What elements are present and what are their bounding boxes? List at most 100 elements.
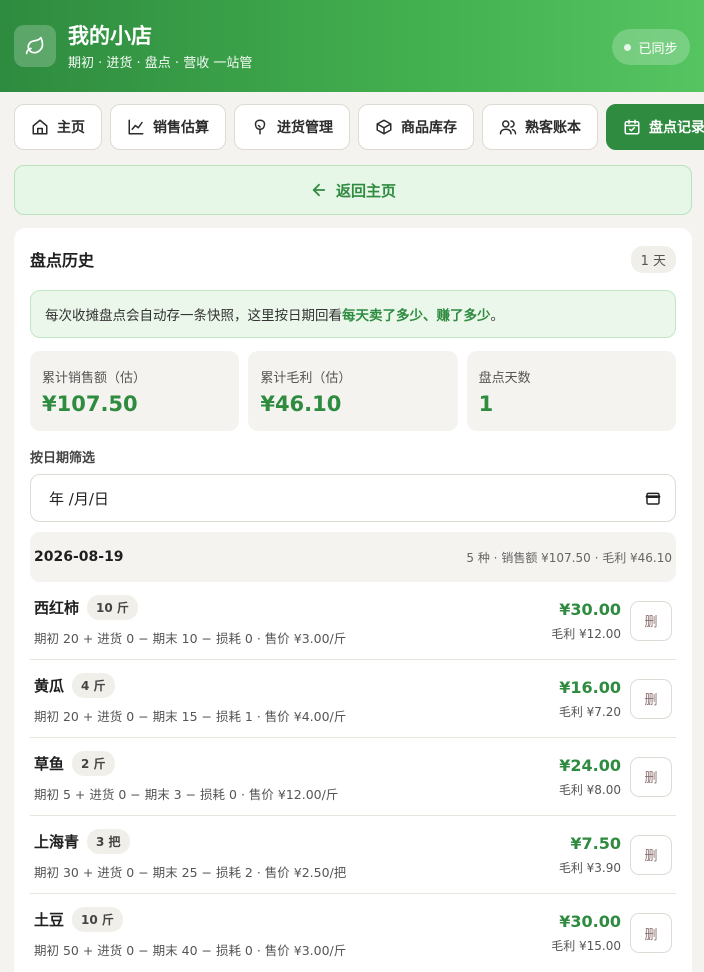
arrow-left-icon: [312, 183, 326, 197]
date-filter-input[interactable]: 年 /月/日: [30, 474, 676, 522]
tab-inventory[interactable]: 商品库存: [358, 104, 474, 150]
item-formula: 期初 50 + 进货 0 − 期末 40 − 损耗 0 · 售价 ¥3.00/斤: [34, 943, 347, 958]
tab-label: 熟客账本: [525, 120, 581, 136]
list-item: 草鱼 2 斤 期初 5 + 进货 0 − 期末 3 − 损耗 0 · 售价 ¥1…: [30, 738, 676, 816]
stat-value: ¥107.50: [42, 392, 138, 416]
item-name: 黄瓜: [34, 676, 65, 695]
delete-button[interactable]: 删: [630, 756, 672, 797]
users-icon: [499, 120, 517, 135]
item-amount: ¥30.00: [559, 599, 621, 619]
tab-stocktake-records[interactable]: 盘点记录: [606, 104, 704, 150]
sync-dot-icon: [624, 43, 632, 51]
item-formula: 期初 5 + 进货 0 − 期末 3 − 损耗 0 · 售价 ¥12.00/斤: [34, 786, 339, 802]
leaf-logo-icon: [14, 25, 56, 67]
item-amounts: ¥7.50 毛利 ¥3.90: [559, 834, 621, 876]
list-item: 黄瓜 4 斤 期初 20 + 进货 0 − 期末 15 − 损耗 1 · 售价 …: [30, 660, 676, 738]
calendar-icon[interactable]: [645, 490, 661, 506]
item-info: 黄瓜 4 斤 期初 20 + 进货 0 − 期末 15 − 损耗 1 · 售价 …: [34, 672, 347, 725]
info-highlight: 每天卖了多少、赚了多少: [342, 308, 491, 324]
back-button-label: 返回主页: [335, 181, 396, 200]
item-name-row: 草鱼 2 斤: [34, 750, 338, 776]
date-placeholder: 年 /月/日: [49, 489, 109, 508]
stat-value: 1: [478, 392, 494, 416]
tab-label: 盘点记录: [649, 120, 704, 136]
back-to-home-button[interactable]: 返回主页: [14, 165, 692, 215]
item-right: ¥24.00 毛利 ¥8.00 删: [559, 756, 672, 798]
qty-badge: 3 把: [87, 828, 130, 854]
tab-label: 商品库存: [401, 120, 457, 136]
tab-customer-ledger[interactable]: 熟客账本: [482, 104, 598, 150]
app-subtitle: 期初 · 进货 · 盘点 · 营收 一站管: [68, 55, 253, 71]
item-name-row: 土豆 10 斤: [34, 907, 346, 932]
list-item: 土豆 10 斤 期初 50 + 进货 0 − 期末 40 − 损耗 0 · 售价…: [30, 894, 676, 972]
title-block: 我的小店 期初 · 进货 · 盘点 · 营收 一站管: [68, 22, 252, 71]
item-amount: ¥7.50: [570, 833, 621, 853]
info-suffix: 。: [490, 308, 505, 324]
item-amounts: ¥24.00 毛利 ¥8.00: [559, 756, 621, 798]
item-name: 草鱼: [34, 754, 65, 773]
item-name: 西红柿: [34, 598, 80, 617]
item-amounts: ¥30.00 毛利 ¥12.00: [551, 600, 621, 642]
box-icon: [376, 119, 392, 135]
item-right: ¥30.00 毛利 ¥15.00 删: [551, 912, 672, 954]
item-name-row: 上海青 3 把: [34, 828, 346, 854]
sync-label: 已同步: [638, 41, 678, 57]
item-amounts: ¥16.00 毛利 ¥7.20: [559, 678, 621, 720]
nav-tabs: 主页 销售估算 进货管理 商品库存 熟客账本 盘点记录: [14, 104, 704, 150]
home-icon: [32, 119, 48, 135]
group-summary: 5 种 · 销售额 ¥107.50 · 毛利 ¥46.10: [466, 550, 672, 565]
tab-label: 进货管理: [277, 120, 333, 136]
stat-label: 累计毛利（估）: [260, 371, 352, 386]
sync-status-badge: 已同步: [612, 29, 690, 65]
group-date: 2026-08-19: [34, 549, 124, 565]
day-count-badge: 1 天: [630, 245, 676, 273]
item-name: 上海青: [34, 832, 80, 851]
qty-badge: 4 斤: [72, 672, 115, 698]
info-text: 每次收摊盘点会自动存一条快照，这里按日期回看: [45, 308, 342, 324]
tab-label: 主页: [57, 120, 85, 136]
item-profit: 毛利 ¥8.00: [558, 782, 621, 797]
tab-sales-estimate[interactable]: 销售估算: [110, 104, 226, 150]
history-card: 盘点历史 1 天 每次收摊盘点会自动存一条快照，这里按日期回看 每天卖了多少、赚了…: [14, 228, 692, 972]
item-right: ¥16.00 毛利 ¥7.20 删: [559, 678, 672, 720]
calendar-check-icon: [624, 119, 640, 135]
item-formula: 期初 20 + 进货 0 − 期末 15 − 损耗 1 · 售价 ¥4.00/斤: [34, 708, 347, 724]
item-info: 草鱼 2 斤 期初 5 + 进货 0 − 期末 3 − 损耗 0 · 售价 ¥1…: [34, 750, 339, 803]
item-profit: 毛利 ¥12.00: [551, 626, 621, 641]
item-profit: 毛利 ¥15.00: [551, 939, 621, 953]
item-name-row: 黄瓜 4 斤: [34, 672, 346, 698]
stat-value: ¥46.10: [260, 392, 342, 416]
item-formula: 期初 20 + 进货 0 − 期末 10 − 损耗 0 · 售价 ¥3.00/斤: [34, 630, 347, 646]
card-title: 盘点历史: [30, 251, 95, 270]
list-item: 上海青 3 把 期初 30 + 进货 0 − 期末 25 − 损耗 2 · 售价…: [30, 816, 676, 894]
stats-row: 累计销售额（估） ¥107.50 累计毛利（估） ¥46.10 盘点天数 1: [30, 351, 676, 431]
qty-badge: 2 斤: [72, 750, 115, 776]
stat-label: 累计销售额（估）: [42, 371, 147, 386]
stat-total-sales: 累计销售额（估） ¥107.50: [30, 351, 240, 431]
stat-stocktake-days: 盘点天数 1: [466, 351, 676, 431]
item-name: 土豆: [34, 911, 65, 929]
delete-button[interactable]: 删: [630, 600, 672, 641]
item-formula: 期初 30 + 进货 0 − 期末 25 − 损耗 2 · 售价 ¥2.50/把: [34, 864, 347, 880]
sprout-icon: [254, 119, 266, 135]
app-title: 我的小店: [68, 23, 152, 48]
tab-home[interactable]: 主页: [14, 104, 102, 150]
qty-badge: 10 斤: [87, 594, 138, 620]
item-right: ¥30.00 毛利 ¥12.00 删: [551, 600, 672, 642]
item-profit: 毛利 ¥3.90: [558, 860, 621, 875]
item-amount: ¥30.00: [559, 912, 621, 931]
date-group-header: 2026-08-19 5 种 · 销售额 ¥107.50 · 毛利 ¥46.10: [30, 532, 676, 582]
item-name-row: 西红柿 10 斤: [34, 594, 346, 620]
item-amount: ¥16.00: [559, 677, 621, 697]
delete-button[interactable]: 删: [630, 834, 672, 875]
stat-label: 盘点天数: [478, 371, 531, 386]
delete-button[interactable]: 删: [630, 913, 672, 953]
item-info: 土豆 10 斤 期初 50 + 进货 0 − 期末 40 − 损耗 0 · 售价…: [34, 907, 346, 959]
item-amount: ¥24.00: [559, 755, 621, 775]
list-item: 西红柿 10 斤 期初 20 + 进货 0 − 期末 10 − 损耗 0 · 售…: [30, 582, 676, 660]
item-list: 西红柿 10 斤 期初 20 + 进货 0 − 期末 10 − 损耗 0 · 售…: [30, 582, 676, 972]
tab-purchase[interactable]: 进货管理: [234, 104, 350, 150]
info-notice: 每次收摊盘点会自动存一条快照，这里按日期回看 每天卖了多少、赚了多少。: [30, 290, 676, 338]
tab-label: 销售估算: [153, 120, 209, 136]
delete-button[interactable]: 删: [630, 678, 672, 719]
